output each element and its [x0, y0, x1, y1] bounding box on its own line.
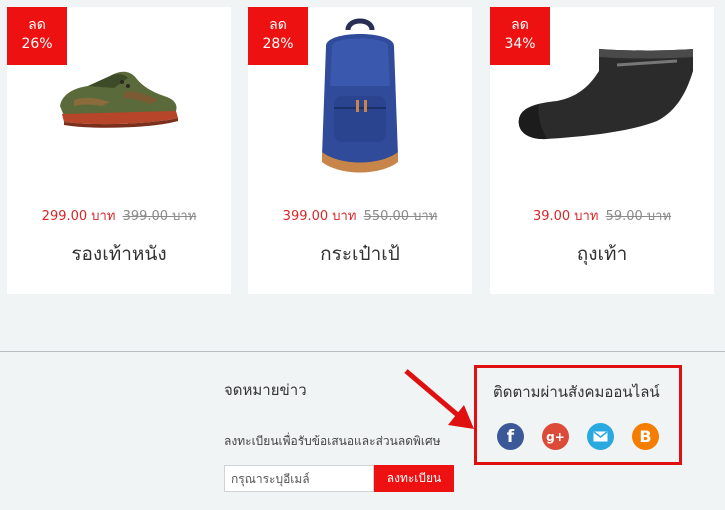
email-input[interactable]: [224, 465, 374, 492]
price-current: 39.00 บาท: [532, 209, 599, 224]
price-current: 399.00 บาท: [282, 209, 357, 224]
product-name[interactable]: กระเป๋าเป้: [248, 239, 472, 269]
social-follow-box: ติดตามผ่านสังคมออนไลน์ f g+ B: [474, 365, 682, 465]
product-card[interactable]: ลด 34% 39.00 บาท 59.00 บาท ถุงเท้า: [490, 7, 714, 294]
product-image[interactable]: [248, 15, 472, 177]
facebook-icon[interactable]: f: [497, 423, 524, 450]
subscribe-button[interactable]: ลงทะเบียน: [374, 465, 454, 492]
product-image[interactable]: [490, 15, 714, 177]
product-name[interactable]: รองเท้าหนัง: [7, 239, 231, 269]
sock-image: [518, 49, 693, 140]
price-original: 399.00 บาท: [122, 209, 197, 224]
blogger-icon[interactable]: B: [632, 423, 659, 450]
product-card[interactable]: ลด 28% 399.00 บาท 550.00 บาท กระเป๋าเป้: [248, 7, 472, 294]
product-price: 399.00 บาท 550.00 บาท: [248, 205, 472, 226]
email-icon[interactable]: [587, 423, 614, 450]
product-card[interactable]: ลด 26% 299.00 บาท 399.00 บาท รองเท้าหนัง: [7, 7, 231, 294]
footer-divider: [0, 351, 725, 352]
product-image[interactable]: [7, 15, 231, 177]
google-plus-icon[interactable]: g+: [542, 423, 569, 450]
price-original: 59.00 บาท: [605, 209, 672, 224]
social-icons: f g+ B: [497, 423, 659, 450]
leather-shoe-image: [60, 71, 178, 128]
newsletter-title: จดหมายข่าว: [224, 381, 307, 399]
product-price: 39.00 บาท 59.00 บาท: [490, 205, 714, 226]
arrow-annotation-icon: [404, 369, 474, 429]
social-title: ติดตามผ่านสังคมออนไลน์: [493, 383, 660, 401]
product-price: 299.00 บาท 399.00 บาท: [7, 205, 231, 226]
backpack-image: [322, 18, 398, 173]
price-current: 299.00 บาท: [41, 209, 116, 224]
product-name[interactable]: ถุงเท้า: [490, 239, 714, 269]
price-original: 550.00 บาท: [363, 209, 438, 224]
